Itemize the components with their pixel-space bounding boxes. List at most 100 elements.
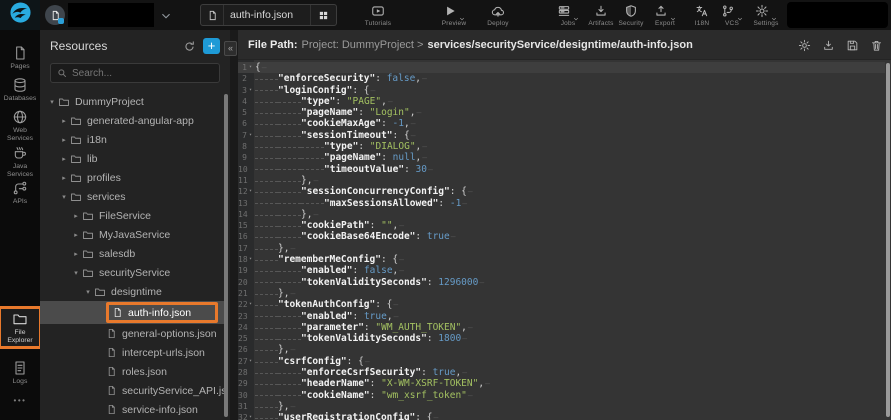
code-line[interactable]: 25"tokenValiditySeconds": 1800 <box>238 333 885 344</box>
tree-expand-arrow[interactable]: ▸ <box>70 212 82 220</box>
search-input[interactable] <box>72 68 192 79</box>
fold-arrow-icon[interactable]: ▾ <box>247 130 254 141</box>
tree-item-lib[interactable]: ▸lib <box>40 149 224 168</box>
sidebar-item-file-explorer[interactable]: FileExplorer <box>0 308 40 347</box>
code-line[interactable]: 17}, <box>238 243 885 254</box>
code-line[interactable]: 21}, <box>238 288 885 299</box>
code-line[interactable]: 27▾"csrfConfig": { <box>238 356 885 367</box>
tree-expand-arrow[interactable]: ▸ <box>58 136 70 144</box>
sidebar-item-apis[interactable]: APIs <box>0 177 40 209</box>
code-line[interactable]: 29"headerName": "X-WM-XSRF-TOKEN", <box>238 378 885 389</box>
tree-item-designtime[interactable]: ▾designtime <box>40 282 224 301</box>
code-line[interactable]: 14}, <box>238 209 885 220</box>
code-line[interactable]: 30"cookieName": "wm_xsrf_token" <box>238 390 885 401</box>
project-icon[interactable] <box>45 5 65 25</box>
tree-expand-arrow[interactable]: ▸ <box>58 155 70 163</box>
code-line[interactable]: 20"tokenValiditySeconds": 1296000 <box>238 277 885 288</box>
add-resource-button[interactable]: + <box>203 38 220 54</box>
code-line[interactable]: 19"enabled": false, <box>238 265 885 276</box>
tree-item-roles-json[interactable]: roles.json <box>40 362 224 381</box>
code-line[interactable]: 3▾"loginConfig": { <box>238 85 885 96</box>
code-line[interactable]: 16"cookieBase64Encode": true <box>238 231 885 242</box>
code-editor[interactable]: 1▾{2"enforceSecurity": false,3▾"loginCon… <box>238 60 885 420</box>
topbar-action-settings[interactable]: Settings <box>743 4 789 27</box>
sidebar-item-web-services[interactable]: WebServices <box>0 106 40 145</box>
code-line[interactable]: 23"enabled": true, <box>238 311 885 322</box>
code-line[interactable]: 6"cookieMaxAge": -1, <box>238 118 885 129</box>
fold-arrow-icon[interactable]: ▾ <box>247 254 254 265</box>
fold-arrow-icon[interactable]: ▾ <box>247 412 254 420</box>
tree-scrollbar[interactable] <box>224 94 228 417</box>
collapse-panel-button[interactable]: « <box>224 41 237 56</box>
folder-icon <box>70 153 82 165</box>
play-icon <box>443 4 457 18</box>
code-line[interactable]: 10"timeoutValue": 30 <box>238 164 885 175</box>
code-line[interactable]: 26}, <box>238 344 885 355</box>
editor-settings-button[interactable] <box>798 39 811 52</box>
code-line[interactable]: 7▾"sessionTimeout": { <box>238 130 885 141</box>
file-icon <box>112 307 123 318</box>
sidebar-more-button[interactable]: ••• <box>0 396 40 405</box>
tree-item-intercept-urls-json[interactable]: intercept-urls.json <box>40 343 224 362</box>
topbar-action-deploy[interactable]: Deploy <box>475 4 521 27</box>
tree-item-securityservice[interactable]: ▾securityService <box>40 263 224 282</box>
fold-arrow-icon[interactable]: ▾ <box>247 299 254 310</box>
code-line[interactable]: 12▾"sessionConcurrencyConfig": { <box>238 186 885 197</box>
code-line[interactable]: 32▾"userRegistrationConfig": { <box>238 412 885 420</box>
tree-collapse-arrow[interactable]: ▾ <box>46 98 58 106</box>
fold-arrow-icon[interactable]: ▾ <box>247 186 254 197</box>
tree-item-generated-angular-app[interactable]: ▸generated-angular-app <box>40 111 224 130</box>
code-line[interactable]: 4"type": "PAGE", <box>238 96 885 107</box>
tree-item-securityservice-api-json[interactable]: securityService_API.json <box>40 381 224 400</box>
code-line[interactable]: 11}, <box>238 175 885 186</box>
tree-expand-arrow[interactable]: ▸ <box>70 231 82 239</box>
code-line[interactable]: 24"parameter": "WM_AUTH_TOKEN", <box>238 322 885 333</box>
open-file-tab[interactable]: auth-info.json <box>200 4 337 26</box>
tree-collapse-arrow[interactable]: ▾ <box>82 288 94 296</box>
grid-icon[interactable] <box>310 5 336 25</box>
tree-item-services[interactable]: ▾services <box>40 187 224 206</box>
tree-item-myjavaservice[interactable]: ▸MyJavaService <box>40 225 224 244</box>
tree-item-general-options-json[interactable]: general-options.json <box>40 324 224 343</box>
code-line[interactable]: 15"cookiePath": "", <box>238 220 885 231</box>
tree-item-service-info-json[interactable]: service-info.json <box>40 400 224 419</box>
tree-expand-arrow[interactable]: ▸ <box>58 174 70 182</box>
code-line[interactable]: 22▾"tokenAuthConfig": { <box>238 299 885 310</box>
wavemaker-logo[interactable] <box>0 0 40 30</box>
code-line[interactable]: 13"maxSessionsAllowed": -1 <box>238 198 885 209</box>
code-line[interactable]: 28"enforceCsrfSecurity": true, <box>238 367 885 378</box>
code-line[interactable]: 2"enforceSecurity": false, <box>238 73 885 84</box>
download-file-button[interactable] <box>822 39 835 52</box>
tree-expand-arrow[interactable]: ▸ <box>70 250 82 258</box>
tree-item-auth-info-json[interactable]: auth-info.json <box>40 301 224 324</box>
code-line[interactable]: 9"pageName": null, <box>238 152 885 163</box>
sidebar-item-java-services[interactable]: JavaServices <box>0 142 40 181</box>
topbar-action-preview[interactable]: Preview <box>431 4 477 27</box>
refresh-icon[interactable] <box>183 40 196 53</box>
code-line[interactable]: 1▾{ <box>238 62 885 73</box>
sidebar-item-databases[interactable]: Databases <box>0 74 40 106</box>
editor-scrollbar[interactable] <box>886 63 890 417</box>
code-line[interactable]: 31}, <box>238 401 885 412</box>
save-file-button[interactable] <box>846 39 859 52</box>
tree-item-fileservice[interactable]: ▸FileService <box>40 206 224 225</box>
tree-collapse-arrow[interactable]: ▾ <box>58 193 70 201</box>
fold-arrow-icon[interactable]: ▾ <box>247 62 254 73</box>
fold-arrow-icon[interactable]: ▾ <box>247 356 254 367</box>
tree-item-salesdb[interactable]: ▸salesdb <box>40 244 224 263</box>
code-line[interactable]: 5"pageName": "Login", <box>238 107 885 118</box>
tree-item-profiles[interactable]: ▸profiles <box>40 168 224 187</box>
tree-collapse-arrow[interactable]: ▾ <box>70 269 82 277</box>
code-line[interactable]: 8"type": "DIALOG", <box>238 141 885 152</box>
topbar-action-tutorials[interactable]: Tutorials <box>355 4 401 27</box>
sidebar-item-pages[interactable]: Pages <box>0 42 40 74</box>
code-line[interactable]: 18▾"rememberMeConfig": { <box>238 254 885 265</box>
chevron-down-icon[interactable] <box>160 9 172 27</box>
tree-expand-arrow[interactable]: ▸ <box>58 117 70 125</box>
fold-arrow-icon[interactable]: ▾ <box>247 85 254 96</box>
tree-item-i18n[interactable]: ▸i18n <box>40 130 224 149</box>
delete-file-button[interactable] <box>870 39 883 52</box>
tree-item-dummyproject[interactable]: ▾DummyProject <box>40 92 224 111</box>
search-box[interactable] <box>50 63 220 83</box>
sidebar-item-logs[interactable]: Logs <box>0 357 40 389</box>
